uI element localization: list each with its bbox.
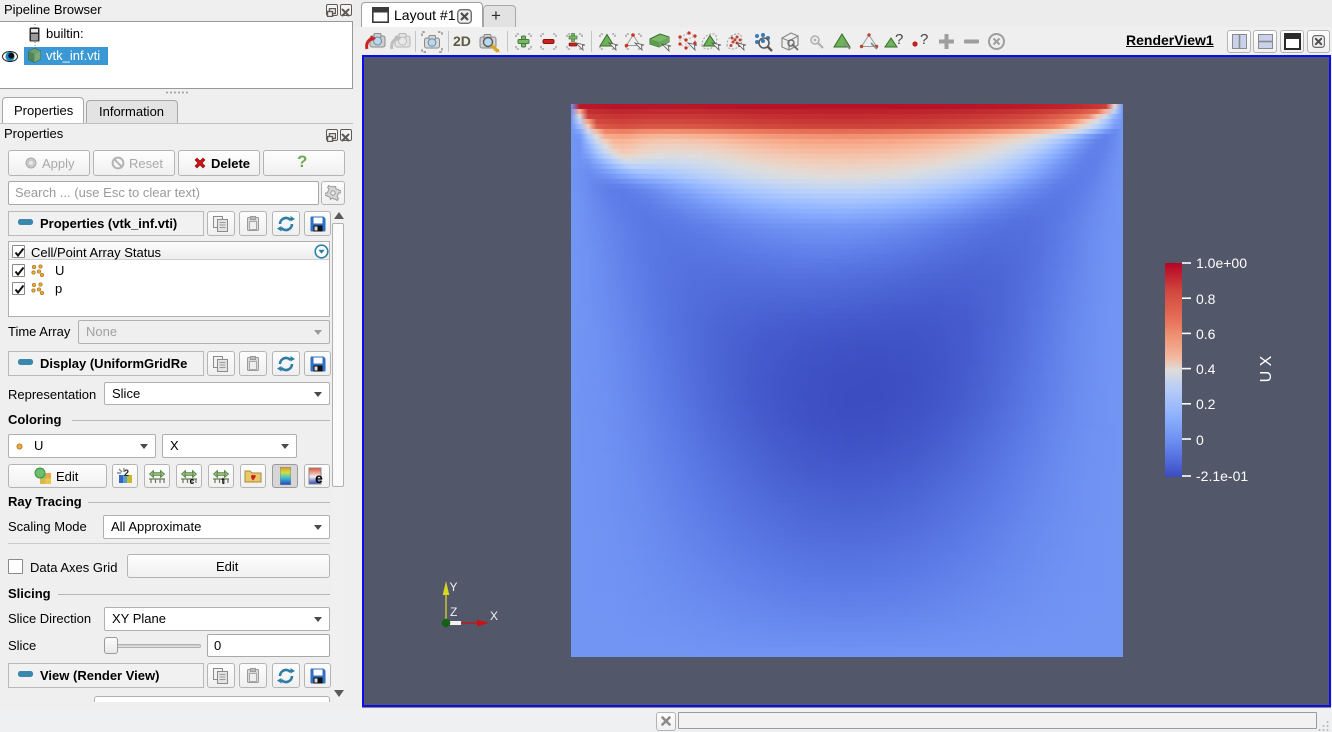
svg-text:e: e (315, 470, 323, 485)
svg-text:c: c (190, 476, 195, 485)
svg-text:X: X (490, 609, 498, 623)
svg-text:2: 2 (124, 468, 129, 478)
svg-text:?: ? (920, 31, 928, 48)
svg-text:?: ? (895, 31, 903, 48)
svg-text:Y: Y (450, 580, 458, 594)
svg-text:t: t (222, 476, 225, 485)
svg-text:Z: Z (450, 605, 457, 619)
